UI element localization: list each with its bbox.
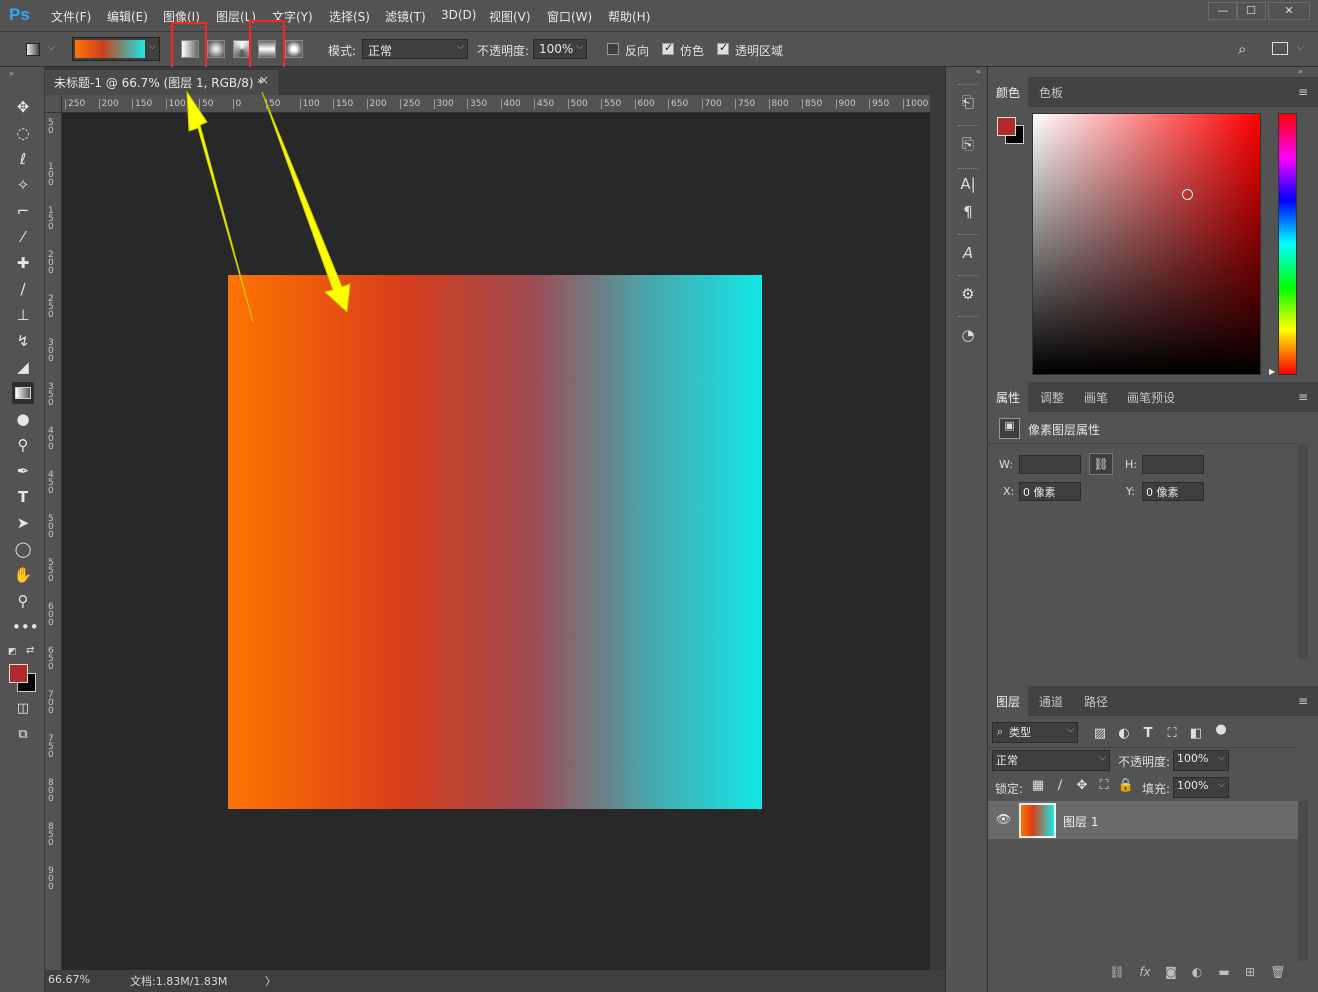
divider <box>988 443 1298 444</box>
eye-icon[interactable]: 👁 <box>996 812 1011 826</box>
chevron-down-icon: ⌵ <box>1218 780 1225 790</box>
width-input[interactable] <box>1019 455 1081 474</box>
tab-brush-presets[interactable]: 画笔预设 <box>1119 382 1183 412</box>
filter-shape-icon[interactable]: ⛶ <box>1163 725 1181 743</box>
tab-brush[interactable]: 画笔 <box>1076 382 1116 412</box>
blend-mode-value: 正常 <box>996 754 1018 767</box>
filter-toggle-icon[interactable]: ● <box>1212 721 1230 739</box>
panel-icon-strip: « ⎗ ⎘ A| ¶ A ⚙ ◔ <box>945 67 988 992</box>
history-panel-icon[interactable]: ⎗ <box>957 91 979 113</box>
link-icon[interactable]: ⛓ <box>1089 453 1113 475</box>
actions-panel-icon[interactable]: ⎘ <box>957 133 979 155</box>
status-bar: 66.67% 文档:1.83M/1.83M 〉 <box>45 970 945 992</box>
link-layers-icon[interactable]: ⛓ <box>1108 965 1126 983</box>
color-field[interactable] <box>1032 113 1261 375</box>
status-menu-button[interactable]: 〉 <box>265 973 276 989</box>
filter-adjustment-icon[interactable]: ◐ <box>1115 725 1133 743</box>
panel-grip <box>958 125 978 127</box>
layer-opacity-value: 100% <box>1177 752 1209 765</box>
filter-type-icon[interactable]: T <box>1139 725 1157 743</box>
new-group-icon[interactable]: ▬ <box>1215 965 1233 983</box>
search-icon: ⌕ <box>997 725 1004 738</box>
lock-label: 锁定: <box>995 782 1024 796</box>
new-layer-icon[interactable]: ⊞ <box>1241 965 1259 983</box>
panel-grip <box>958 84 978 86</box>
chevron-down-icon: ⌵ <box>1067 725 1074 735</box>
layer-thumbnail <box>1019 803 1056 838</box>
tab-swatches[interactable]: 色板 <box>1031 77 1071 107</box>
panel-grip <box>958 316 978 318</box>
color-picker-cursor[interactable] <box>1182 189 1193 200</box>
hue-slider[interactable] <box>1278 113 1297 375</box>
annotation-arrow-down <box>261 91 351 314</box>
panel-grip <box>958 234 978 236</box>
width-label: W: <box>999 458 1013 471</box>
fill-value: 100% <box>1177 779 1209 792</box>
properties-panel-tabs: 属性 调整 画笔 画笔预设 ≡ <box>988 382 1318 412</box>
lock-transparent-icon[interactable]: ▦ <box>1029 777 1047 795</box>
adjustment-layer-icon[interactable]: ◐ <box>1188 965 1206 983</box>
chevron-down-icon: ⌵ <box>1218 753 1225 763</box>
filter-pixel-icon[interactable]: ▨ <box>1091 725 1109 743</box>
y-input[interactable]: 0 像素 <box>1142 482 1204 501</box>
tab-properties[interactable]: 属性 <box>988 382 1029 412</box>
filter-smart-object-icon[interactable]: ◧ <box>1187 725 1205 743</box>
tab-adjustments[interactable]: 调整 <box>1032 382 1072 412</box>
add-mask-icon[interactable]: ◙ <box>1162 965 1180 983</box>
layer-row[interactable]: 👁 图层 1 <box>988 801 1298 839</box>
layer-name[interactable]: 图层 1 <box>1063 813 1098 830</box>
collapse-icon[interactable]: » <box>1298 67 1303 76</box>
panel-menu-icon[interactable]: ≡ <box>1298 390 1308 404</box>
panel-grip <box>958 275 978 277</box>
layer-opacity-label: 不透明度: <box>1118 755 1171 769</box>
lock-position-icon[interactable]: ✥ <box>1073 777 1091 795</box>
zoom-level[interactable]: 66.67% <box>48 973 90 986</box>
collapse-icon[interactable]: « <box>976 67 981 76</box>
lock-all-icon[interactable]: 🔒 <box>1117 777 1135 795</box>
height-label: H: <box>1125 458 1137 471</box>
layers-panel-tabs: 图层 通道 路径 ≡ <box>988 686 1318 716</box>
blend-mode-select[interactable]: 正常 ⌵ <box>992 750 1110 771</box>
layer-filter-select[interactable]: ⌕ 类型 ⌵ <box>992 722 1078 743</box>
properties-scrollbar[interactable] <box>1298 444 1308 659</box>
document-info: 文档:1.83M/1.83M <box>130 975 228 988</box>
panel-menu-icon[interactable]: ≡ <box>1298 694 1308 708</box>
annotation-arrow-up <box>186 90 254 323</box>
panel-grip <box>958 168 978 170</box>
right-panels: » 颜色 色板 ≡ ▶ 属性 调整 画笔 画笔预设 ≡ ▣ 像素图层属性 W: … <box>988 67 1318 992</box>
chevron-down-icon: ⌵ <box>1099 753 1106 763</box>
delete-layer-icon[interactable]: 🗑 <box>1269 965 1287 983</box>
properties-title: 像素图层属性 <box>1028 423 1101 437</box>
tab-layers[interactable]: 图层 <box>988 686 1029 716</box>
filter-kind-value: 类型 <box>1009 726 1031 739</box>
hue-slider-handle[interactable]: ▶ <box>1269 367 1275 376</box>
lock-artboard-icon[interactable]: ⛶ <box>1095 777 1113 795</box>
panel-menu-icon[interactable]: ≡ <box>1298 85 1308 99</box>
height-input[interactable] <box>1142 455 1204 474</box>
styles-panel-icon[interactable]: ⚙ <box>957 283 979 305</box>
fill-label: 填充: <box>1142 782 1171 796</box>
lock-image-icon[interactable]: ∕ <box>1051 777 1069 795</box>
tab-paths[interactable]: 路径 <box>1076 686 1116 716</box>
layer-opacity-input[interactable]: 100% ⌵ <box>1173 750 1229 771</box>
divider <box>988 747 1298 748</box>
y-label: Y: <box>1126 485 1135 498</box>
glyphs-panel-icon[interactable]: A <box>957 242 979 264</box>
character-panel-icon[interactable]: A| <box>957 173 979 195</box>
color-panel-tabs: 颜色 色板 ≡ <box>988 77 1318 107</box>
paragraph-panel-icon[interactable]: ¶ <box>957 201 979 223</box>
x-label: X: <box>1003 485 1015 498</box>
pixel-layer-icon: ▣ <box>999 418 1020 439</box>
navigator-panel-icon[interactable]: ◔ <box>957 324 979 346</box>
tab-color[interactable]: 颜色 <box>988 77 1029 107</box>
tab-channels[interactable]: 通道 <box>1031 686 1071 716</box>
panel-foreground-swatch[interactable] <box>997 117 1016 136</box>
layers-scrollbar[interactable] <box>1298 801 1308 961</box>
x-input[interactable]: 0 像素 <box>1019 482 1081 501</box>
layer-style-icon[interactable]: fx <box>1136 965 1154 983</box>
fill-input[interactable]: 100% ⌵ <box>1173 777 1229 798</box>
